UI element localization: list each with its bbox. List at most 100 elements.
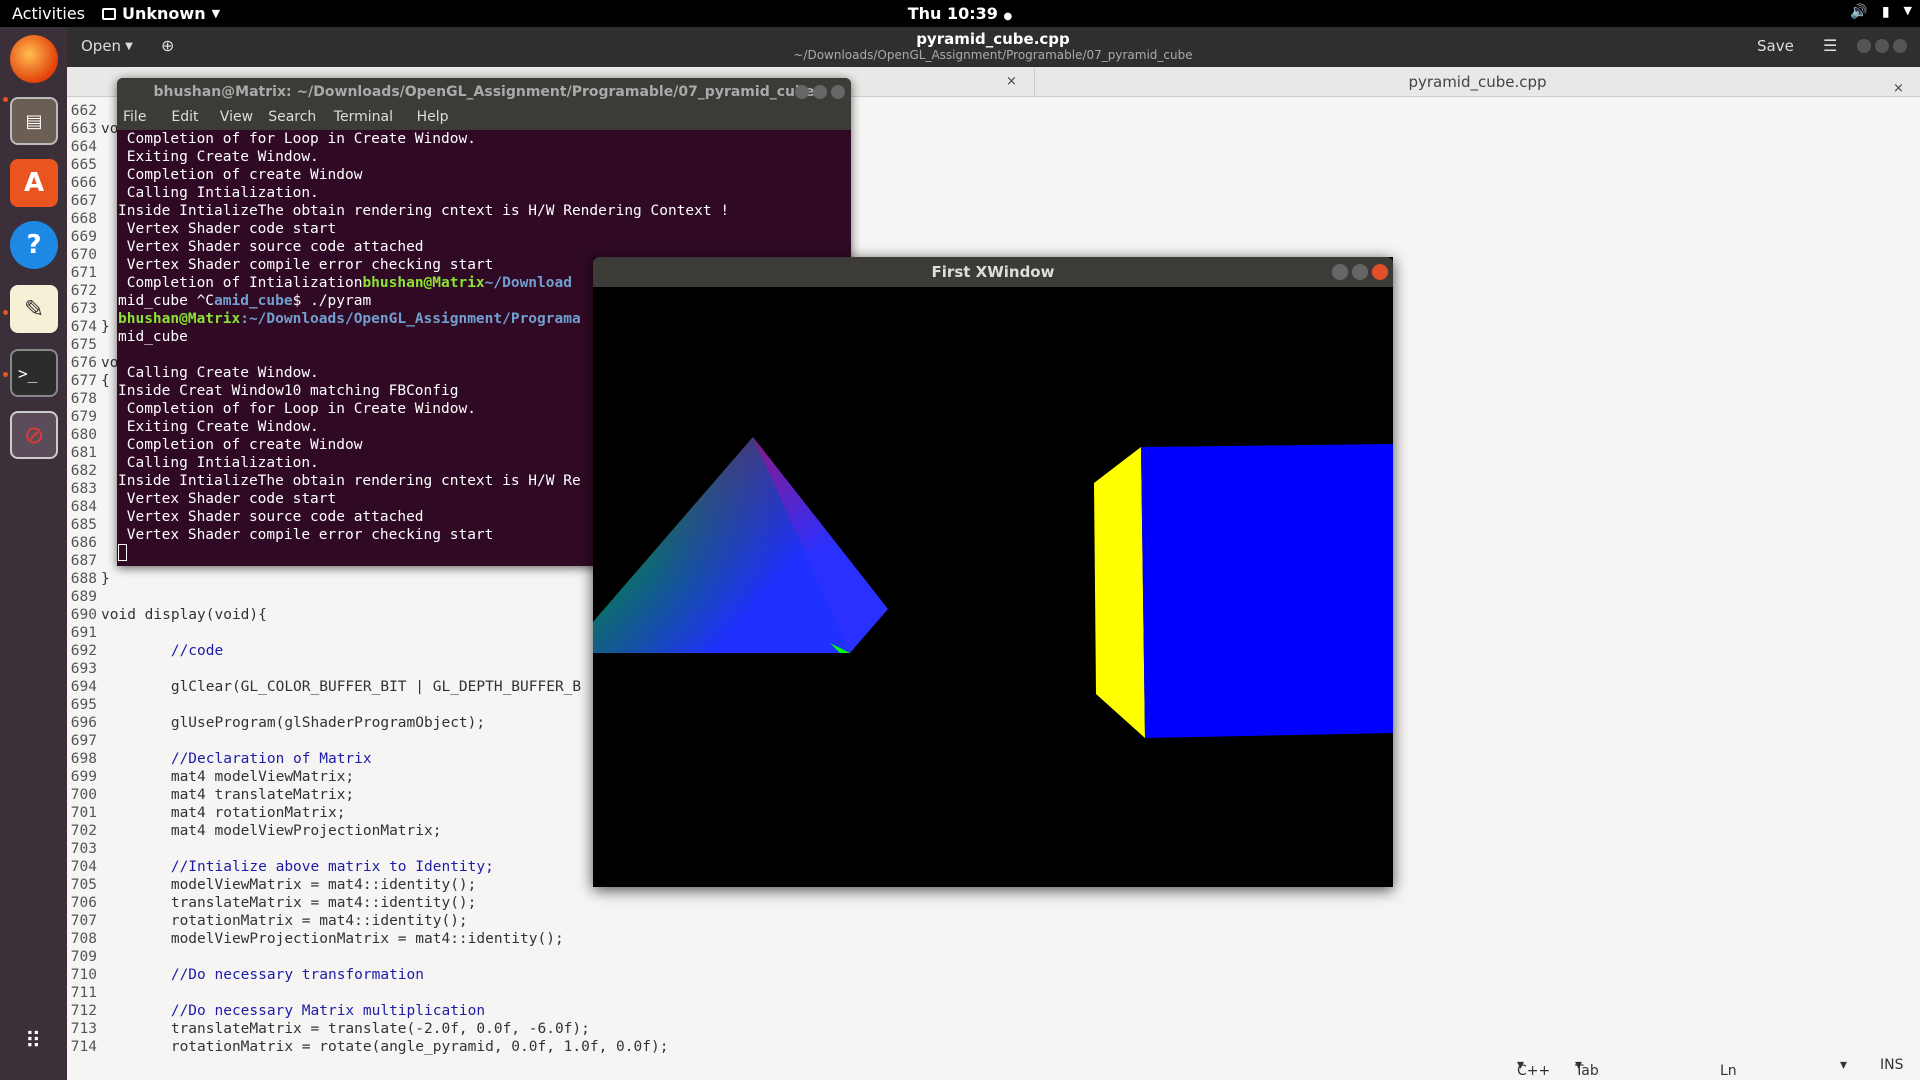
line-number: 710 xyxy=(70,967,97,983)
language-selector[interactable]: C++ ▾ xyxy=(1517,1057,1550,1079)
chevron-down-icon: ▼ xyxy=(125,40,133,52)
terminal-line: Completion of for Loop in Create Window. xyxy=(118,131,476,147)
menu-item-file[interactable]: File xyxy=(123,109,146,125)
terminal-line: Calling Create Window. xyxy=(118,365,319,381)
no-entry-icon: ⊘ xyxy=(23,421,45,449)
line-number: 678 xyxy=(70,391,97,407)
close-tab-icon[interactable]: × xyxy=(1893,74,1904,104)
line-number: 694 xyxy=(70,679,97,695)
insert-mode[interactable]: INS xyxy=(1880,1057,1904,1073)
tab-width-selector[interactable]: Tab Width: 8 ▾ xyxy=(1575,1057,1620,1080)
prompt-icon: >_ xyxy=(18,363,38,383)
running-indicator xyxy=(3,97,8,102)
xwindow[interactable]: First XWindow xyxy=(593,257,1393,887)
minimize-icon[interactable] xyxy=(795,85,809,99)
close-icon[interactable] xyxy=(1893,39,1907,53)
code-line: mat4 translateMatrix; xyxy=(101,787,355,803)
firefox-icon[interactable] xyxy=(10,35,58,83)
line-number: 701 xyxy=(70,805,97,821)
hamburger-menu-icon[interactable]: ☰ xyxy=(1823,36,1837,55)
line-number: 693 xyxy=(70,661,97,677)
prompt-path: :~/Downloads/OpenGL_Assignment/Programa xyxy=(240,311,581,327)
close-icon[interactable] xyxy=(831,85,845,99)
terminal-text: Completion of Intialization xyxy=(118,275,363,291)
tab-pyramid-cube[interactable]: pyramid_cube.cpp × xyxy=(1035,67,1920,97)
cube-side-face xyxy=(1094,447,1145,738)
help-icon[interactable]: ? xyxy=(10,221,58,269)
language-label: C++ xyxy=(1517,1063,1551,1079)
menu-item-view[interactable]: View xyxy=(220,109,253,125)
window-controls xyxy=(795,85,845,99)
render-canvas xyxy=(593,437,1393,738)
chevron-down-icon: ▼ xyxy=(1903,4,1912,17)
clock-text: Thu 10:39 xyxy=(907,4,998,23)
terminal-line: Inside Creat Window10 matching FBConfig xyxy=(118,383,459,399)
minimize-icon[interactable] xyxy=(1857,39,1871,53)
line-number: 709 xyxy=(70,949,97,965)
prompt-user: bhushan@Matrix xyxy=(118,311,241,327)
minimize-icon[interactable] xyxy=(1332,264,1348,280)
new-document-icon[interactable]: ⊕ xyxy=(161,36,174,55)
line-number: 672 xyxy=(70,283,97,299)
menu-item-terminal[interactable]: Terminal xyxy=(334,109,393,125)
system-tray[interactable]: 🔊 ▮ ▼ xyxy=(1850,4,1912,20)
terminal-icon[interactable]: >_ xyxy=(10,349,58,397)
menu-item-search[interactable]: Search xyxy=(268,109,316,125)
terminal-line: Inside IntializeThe obtain rendering cnt… xyxy=(118,473,581,489)
open-button[interactable]: Open ▼ xyxy=(81,37,133,55)
close-tab-icon[interactable]: × xyxy=(1006,74,1017,89)
app-name: Unknown xyxy=(122,4,206,23)
code-line: { xyxy=(101,373,110,389)
show-apps-icon[interactable]: ⠿ xyxy=(10,1017,58,1065)
line-number: 669 xyxy=(70,229,97,245)
line-number: 673 xyxy=(70,301,97,317)
terminal-line: Completion of for Loop in Create Window. xyxy=(118,401,476,417)
text-editor-icon[interactable]: ✎ xyxy=(10,285,58,333)
code-line: mat4 modelViewMatrix; xyxy=(101,769,355,785)
line-number: 664 xyxy=(70,139,97,155)
files-icon[interactable]: ▤ xyxy=(10,97,58,145)
line-number: 700 xyxy=(70,787,97,803)
code-line: mat4 rotationMatrix; xyxy=(101,805,346,821)
line-number: 703 xyxy=(70,841,97,857)
question-mark-icon: ? xyxy=(26,230,42,260)
app-menu[interactable]: Unknown ▼ xyxy=(102,4,220,23)
line-number: 688 xyxy=(70,571,97,587)
cube xyxy=(1094,444,1393,738)
code-line: translateMatrix = translate(-2.0f, 0.0f,… xyxy=(101,1021,590,1037)
line-number: 677 xyxy=(70,373,97,389)
activities-button[interactable]: Activities xyxy=(12,4,85,23)
code-line: translateMatrix = mat4::identity(); xyxy=(101,895,477,911)
code-line: } xyxy=(101,319,110,335)
maximize-icon[interactable] xyxy=(1352,264,1368,280)
line-number: 690 xyxy=(70,607,97,623)
line-number: 696 xyxy=(70,715,97,731)
save-button[interactable]: Save xyxy=(1757,37,1794,55)
terminal-line: Completion of create Window xyxy=(118,437,363,453)
software-icon[interactable]: A xyxy=(10,159,58,207)
line-number: 706 xyxy=(70,895,97,911)
code-line: modelViewProjectionMatrix = mat4::identi… xyxy=(101,931,564,947)
code-line: //Do necessary Matrix multiplication xyxy=(101,1003,486,1019)
menu-item-edit[interactable]: Edit xyxy=(171,109,198,125)
running-indicator xyxy=(3,372,8,377)
cube-front-face xyxy=(1141,444,1393,738)
line-number: 666 xyxy=(70,175,97,191)
line-number: 671 xyxy=(70,265,97,281)
maximize-icon[interactable] xyxy=(1875,39,1889,53)
running-indicator xyxy=(3,310,8,315)
app-icon xyxy=(102,7,116,20)
terminal-cursor xyxy=(118,544,127,561)
close-icon[interactable] xyxy=(1372,264,1388,280)
code-line: vo xyxy=(101,121,119,137)
menu-item-help[interactable]: Help xyxy=(417,109,449,125)
chevron-down-icon[interactable]: ▾ xyxy=(1840,1057,1847,1073)
line-number: 702 xyxy=(70,823,97,839)
terminal-line: Inside IntializeThe obtain rendering cnt… xyxy=(118,203,730,219)
unknown-app-icon[interactable]: ⊘ xyxy=(10,411,58,459)
maximize-icon[interactable] xyxy=(813,85,827,99)
terminal-text: amid_cube xyxy=(214,293,293,309)
xwindow-title: First XWindow xyxy=(593,257,1393,287)
terminal-command: $ ./pyram xyxy=(292,293,372,309)
clock[interactable]: Thu 10:39 ● xyxy=(908,4,1013,23)
